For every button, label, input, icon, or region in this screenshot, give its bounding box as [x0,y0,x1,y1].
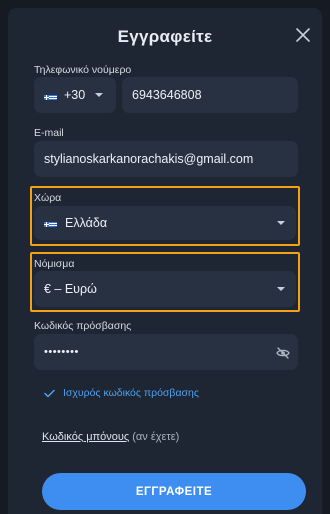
chevron-down-icon [277,287,285,291]
greece-flag-icon [44,91,57,100]
check-icon [44,389,55,397]
registration-modal: Εγγραφείτε Τηλεφωνικό νούμερο +30 694364… [8,8,322,514]
email-input[interactable]: stylianoskarkanorachakis@gmail.com [34,141,298,177]
currency-select[interactable]: € – Ευρώ [34,271,296,307]
country-label: Χώρα [34,192,62,204]
register-button[interactable]: ΕΓΓΡΑΦΕΙΤΕ [42,473,306,510]
phone-label: Τηλεφωνικό νούμερο [34,64,132,76]
eye-off-icon [276,347,290,359]
password-strength-text: Ισχυρός κωδικός πρόσβασης [63,387,199,399]
password-label: Κωδικός πρόσβασης [34,320,132,332]
register-button-label: ΕΓΓΡΑΦΕΙΤΕ [135,485,213,498]
modal-title: Εγγραφείτε [117,27,213,46]
close-icon [296,28,310,42]
email-input-value: stylianoskarkanorachakis@gmail.com [44,152,254,166]
greece-flag-icon [44,218,57,227]
currency-value: € – Ευρώ [44,282,97,296]
chevron-down-icon [95,93,103,97]
phone-input-value: 6943646808 [132,88,202,102]
country-value: Ελλάδα [65,216,108,230]
country-select[interactable]: Ελλάδα [34,206,296,240]
bonus-code-link[interactable]: Κωδικός μπόνους [42,431,129,443]
currency-label: Νόμισμα [34,258,75,270]
bonus-code-suffix: (αν έχετε) [129,431,180,443]
password-input-value: •••••••• [44,346,79,358]
country-code-select[interactable]: +30 [34,77,116,113]
close-button[interactable] [294,26,312,44]
toggle-password-visibility[interactable] [276,346,290,359]
password-input[interactable]: •••••••• [34,334,298,370]
email-label: E-mail [34,127,64,139]
bonus-code-line: Κωδικός μπόνους (αν έχετε) [42,431,179,443]
chevron-down-icon [277,221,285,225]
password-strength: Ισχυρός κωδικός πρόσβασης [44,387,199,399]
phone-input[interactable]: 6943646808 [122,77,298,113]
country-code-value: +30 [64,88,86,102]
